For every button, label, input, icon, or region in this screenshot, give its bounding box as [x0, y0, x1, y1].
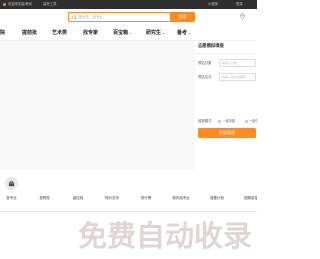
- nav-item-graduate[interactable]: 研究生: [146, 28, 165, 39]
- nav-item-label: 找专家: [83, 30, 99, 36]
- location-pin-icon[interactable]: [240, 13, 245, 20]
- footer-divider: [0, 211, 257, 212]
- rank-input[interactable]: [219, 73, 256, 81]
- rank-label: 预估位次: [198, 75, 212, 79]
- smart-fill-button[interactable]: 智能填报: [198, 128, 256, 138]
- mini-program-link[interactable]: 小程序: [208, 0, 218, 9]
- nav-item-label: 百宝箱: [113, 30, 129, 36]
- mode-radio-2[interactable]: [244, 119, 248, 123]
- tool-item-major-test[interactable]: 测评选专业: [170, 175, 192, 202]
- search-input[interactable]: [78, 13, 168, 22]
- dot-icon: [3, 3, 6, 6]
- nav-item-early-batch[interactable]: 提前批: [22, 28, 37, 39]
- top-bar: 欢迎来到高考网 高考工具 小程序 登录: [0, 0, 257, 9]
- watermark: 免费自动收录: [78, 219, 253, 253]
- search-box[interactable]: [68, 12, 170, 22]
- search-button[interactable]: 搜索: [170, 12, 195, 22]
- mode-radio-1[interactable]: [218, 119, 221, 123]
- panel-divider: [195, 53, 257, 54]
- nav-item-art[interactable]: 艺术类: [52, 28, 67, 39]
- nav-item-toolbox[interactable]: 百宝箱: [113, 28, 132, 39]
- chevron-down-icon: [162, 32, 165, 35]
- simulator-title: 志愿模拟填报: [198, 44, 224, 49]
- nav-item-label: 研究生: [146, 30, 162, 36]
- tool-item-rankings[interactable]: 排行榜: [135, 175, 157, 202]
- login-link[interactable]: 登录: [236, 0, 243, 9]
- tool-item-strong-base[interactable]: 强基计划: [206, 175, 228, 202]
- tool-label: 查院校: [39, 196, 50, 200]
- nav-item-label: 艺术类: [52, 30, 68, 36]
- nav-item-label: 院: [0, 30, 6, 36]
- tool-label: 省控线: [72, 196, 84, 200]
- page: 欢迎来到高考网 高考工具 小程序 登录 搜索 院 提前批 艺术类 找专家 百宝箱…: [0, 0, 257, 259]
- welcome-text: 欢迎来到高考网: [8, 2, 32, 6]
- tool-item-colleges[interactable]: 查院校: [34, 175, 56, 202]
- search-icon: [71, 15, 77, 20]
- chevron-down-icon: [129, 32, 132, 35]
- nav-item-label: 备考: [177, 30, 188, 36]
- score-input[interactable]: [219, 59, 256, 67]
- score-label: 预估分数: [198, 61, 212, 65]
- chevron-down-icon: [188, 32, 191, 35]
- nav-item-experts[interactable]: 找专家: [83, 28, 98, 39]
- tool-label: 同分去向: [105, 196, 119, 200]
- tool-label: 强基计划: [210, 196, 224, 200]
- tools-link[interactable]: 高考工具: [43, 0, 57, 9]
- nav-item-colleges[interactable]: 院: [0, 28, 5, 39]
- tool-label: 视频讲堂: [244, 196, 257, 200]
- nav-item-exam-prep[interactable]: 备考: [177, 28, 191, 39]
- tool-item-same-score[interactable]: 同分去向: [101, 175, 123, 202]
- tool-label: 排行榜: [140, 196, 152, 200]
- briefcase-icon: [5, 177, 18, 190]
- tool-item-majors[interactable]: 查专业: [1, 175, 23, 202]
- mode-option-1-label[interactable]: 一键冲稳: [223, 117, 236, 125]
- tool-item-control-line[interactable]: 省控线: [67, 175, 89, 202]
- mode-option-2-label[interactable]: 一键保底: [249, 117, 257, 125]
- simulator-panel: 志愿模拟填报 预估分数 预估位次 填报模式 一键冲稳 一键保底 智能填报: [195, 40, 257, 145]
- banner-area: [0, 40, 195, 170]
- nav-item-label: 提前批: [22, 30, 38, 36]
- mode-label: 填报模式: [198, 119, 212, 123]
- tool-item-video[interactable]: 视频讲堂: [244, 175, 257, 202]
- tool-label: 测评选专业: [172, 196, 190, 200]
- tool-label: 查专业: [6, 196, 17, 200]
